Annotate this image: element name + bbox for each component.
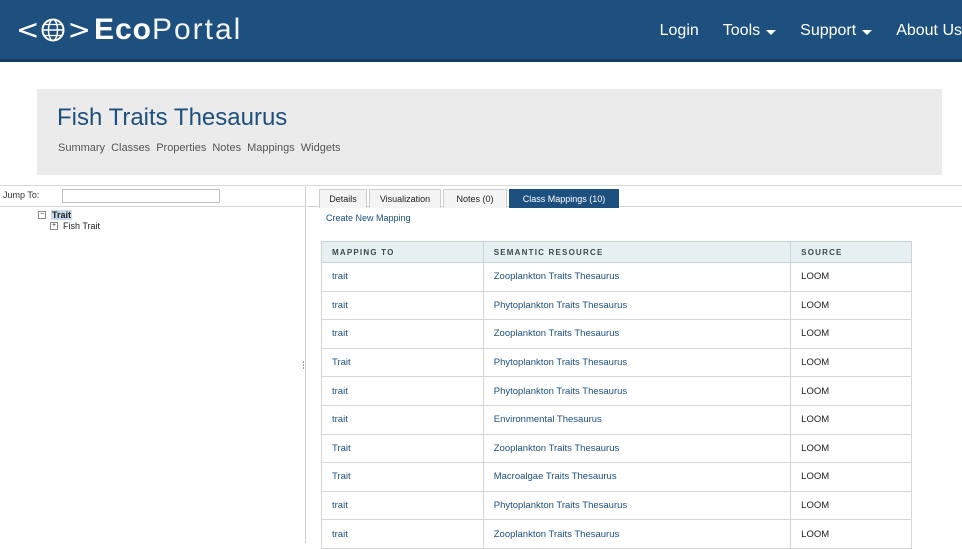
class-tree: − Trait + Fish Trait <box>0 209 100 231</box>
ontology-tab-notes[interactable]: Notes <box>212 142 241 154</box>
ontology-tab-classes[interactable]: Classes <box>111 142 150 154</box>
logo-name-bold: Eco <box>93 13 152 46</box>
mapping-to-link[interactable]: Trait <box>321 462 484 492</box>
semantic-resource-link[interactable]: Zooplankton Traits Thesaurus <box>482 519 792 549</box>
plus-box-icon[interactable]: + <box>50 221 58 230</box>
logo-left-bracket: < <box>16 13 40 46</box>
table-row: Trait Phytoplankton Traits Thesaurus LOO… <box>321 347 912 378</box>
mapping-to-link[interactable]: trait <box>321 490 484 521</box>
mapping-to-link[interactable]: trait <box>321 404 484 435</box>
mapping-source: LOOM <box>790 262 912 292</box>
table-row: Trait Zooplankton Traits Thesaurus LOOM <box>321 433 912 464</box>
tab-class-mappings[interactable]: Class Mappings (10) <box>509 189 619 208</box>
class-mappings-table: MAPPING TO SEMANTIC RESOURCE SOURCE trai… <box>321 241 912 549</box>
semantic-resource-link[interactable]: Phytoplankton Traits Thesaurus <box>482 290 792 321</box>
table-row: trait Phytoplankton Traits Thesaurus LOO… <box>321 490 912 521</box>
mapping-source: LOOM <box>790 433 912 464</box>
mapping-to-link[interactable]: trait <box>321 376 484 406</box>
ecoportal-logo[interactable]: < > Eco Portal <box>16 10 242 50</box>
tree-node-trait[interactable]: − Trait <box>0 209 100 220</box>
tab-visualization[interactable]: Visualization <box>369 189 441 208</box>
class-tree-panel: Jump To: − Trait + Fish Trait <box>0 185 306 543</box>
table-row: trait Zooplankton Traits Thesaurus LOOM <box>321 319 912 349</box>
logo-right-bracket: > <box>67 13 91 46</box>
mapping-to-link[interactable]: trait <box>321 290 484 321</box>
nav-tools-label: Tools <box>722 22 761 39</box>
table-row: trait Phytoplankton Traits Thesaurus LOO… <box>321 290 912 321</box>
table-row: Trait Macroalgae Traits Thesaurus LOOM <box>321 462 912 492</box>
globe-icon <box>41 18 65 42</box>
mapping-source: LOOM <box>790 490 912 521</box>
semantic-resource-link[interactable]: Zooplankton Traits Thesaurus <box>482 433 792 464</box>
nav-support-label: Support <box>800 22 857 39</box>
semantic-resource-link[interactable]: Environmental Thesaurus <box>482 404 792 435</box>
mapping-to-link[interactable]: trait <box>321 519 484 549</box>
tree-node-label[interactable]: Trait <box>51 209 73 220</box>
ontology-nav: Summary Classes Properties Notes Mapping… <box>58 142 347 154</box>
ontology-title: Fish Traits Thesaurus <box>57 104 288 131</box>
table-row: trait Zooplankton Traits Thesaurus LOOM <box>321 519 912 549</box>
nav-about-us[interactable]: About Us <box>896 22 962 40</box>
table-row: trait Environmental Thesaurus LOOM <box>321 404 912 435</box>
tree-node-label[interactable]: Fish Trait <box>63 221 100 231</box>
table-row: trait Zooplankton Traits Thesaurus LOOM <box>321 262 912 292</box>
table-row: trait Phytoplankton Traits Thesaurus LOO… <box>321 376 912 406</box>
class-tabs: Details Visualization Notes (0) Class Ma… <box>307 185 962 208</box>
mapping-to-link[interactable]: Trait <box>321 347 484 378</box>
semantic-resource-link[interactable]: Zooplankton Traits Thesaurus <box>482 319 792 349</box>
semantic-resource-link[interactable]: Zooplankton Traits Thesaurus <box>482 262 792 292</box>
mapping-source: LOOM <box>790 404 912 435</box>
mapping-to-link[interactable]: trait <box>321 262 484 292</box>
mapping-source: LOOM <box>790 376 912 406</box>
tree-node-fish-trait[interactable]: + Fish Trait <box>0 220 100 231</box>
tab-notes[interactable]: Notes (0) <box>443 189 507 208</box>
semantic-resource-link[interactable]: Macroalgae Traits Thesaurus <box>482 462 792 492</box>
mapping-source: LOOM <box>790 347 912 378</box>
nav-support[interactable]: Support <box>800 22 873 40</box>
ontology-tab-summary[interactable]: Summary <box>58 142 105 154</box>
grip-icon[interactable] <box>302 360 305 374</box>
ontology-tab-widgets[interactable]: Widgets <box>301 142 341 154</box>
column-header-source: SOURCE <box>790 241 912 263</box>
top-navbar: < > Eco Portal Login Tools Support About… <box>0 0 962 62</box>
minus-box-icon[interactable]: − <box>38 210 46 219</box>
mapping-source: LOOM <box>790 319 912 349</box>
mapping-source: LOOM <box>790 519 912 549</box>
column-header-semantic-resource: SEMANTIC RESOURCE <box>482 241 792 263</box>
jump-to-row: Jump To: <box>0 185 306 207</box>
semantic-resource-link[interactable]: Phytoplankton Traits Thesaurus <box>482 490 792 521</box>
table-header-row: MAPPING TO SEMANTIC RESOURCE SOURCE <box>321 241 912 263</box>
jump-to-label: Jump To: <box>3 190 40 200</box>
nav-tools[interactable]: Tools <box>722 22 777 40</box>
column-header-mapping-to: MAPPING TO <box>321 241 484 263</box>
jump-to-input[interactable] <box>62 189 220 203</box>
ontology-header: Fish Traits Thesaurus Summary Classes Pr… <box>37 89 942 175</box>
create-new-mapping-link[interactable]: Create New Mapping <box>326 213 411 223</box>
mapping-to-link[interactable]: Trait <box>321 433 484 464</box>
tab-details[interactable]: Details <box>319 189 367 208</box>
ontology-tab-properties[interactable]: Properties <box>156 142 206 154</box>
semantic-resource-link[interactable]: Phytoplankton Traits Thesaurus <box>482 376 792 406</box>
mapping-source: LOOM <box>790 290 912 321</box>
nav-login[interactable]: Login <box>660 22 699 40</box>
mapping-source: LOOM <box>790 462 912 492</box>
mapping-to-link[interactable]: trait <box>321 319 484 349</box>
logo-name-light: Portal <box>151 13 243 46</box>
caret-down-icon <box>862 29 873 35</box>
caret-down-icon <box>766 29 777 35</box>
semantic-resource-link[interactable]: Phytoplankton Traits Thesaurus <box>482 347 792 378</box>
ontology-tab-mappings[interactable]: Mappings <box>247 142 295 154</box>
nav-links: Login Tools Support About Us <box>636 0 962 62</box>
